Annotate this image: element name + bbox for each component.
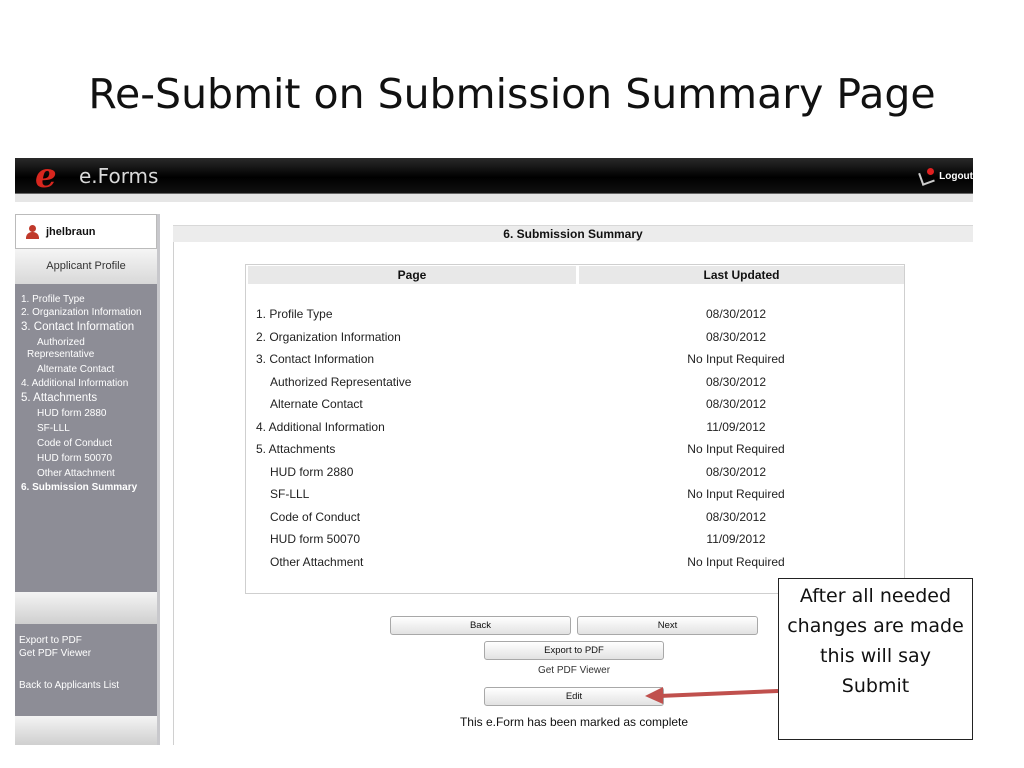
callout-arrow-icon — [645, 687, 779, 704]
sidebar-item-authorized-representative[interactable]: Authorized Representative — [27, 337, 153, 361]
table-row: Other Attachment No Input Required — [256, 551, 896, 574]
callout-line: this will say — [820, 645, 931, 667]
row-page: Authorized Representative — [270, 374, 412, 389]
annotation-callout: After all needed changes are made this w… — [778, 578, 973, 740]
sidebar-item-attachments[interactable]: 5. Attachments — [21, 391, 153, 405]
row-page: 4. Additional Information — [256, 419, 385, 434]
logout-icon — [918, 168, 935, 184]
row-page: HUD form 50070 — [270, 532, 361, 546]
sidebar-item-submission-summary[interactable]: 6. Submission Summary — [21, 482, 153, 494]
sidebar-item-contact-information[interactable]: 3. Contact Information — [21, 320, 153, 334]
back-to-applicants-list-link[interactable]: Back to Applicants List — [19, 679, 119, 692]
table-row: SF-LLL No Input Required — [256, 483, 896, 506]
row-updated: 08/30/2012 — [705, 464, 767, 479]
row-page: 2. Organization Information — [256, 329, 401, 344]
top-bar: e e.Forms Logout — [15, 156, 973, 196]
table-row: HUD form 50070 11/09/2012 — [256, 528, 896, 551]
row-page: SF-LLL — [270, 487, 310, 501]
sidebar-item-profile-type[interactable]: 1. Profile Type — [21, 294, 153, 306]
topbar-divider — [15, 194, 973, 202]
sidebar-item-hud-form-50070[interactable]: HUD form 50070 — [21, 453, 153, 465]
table-row: Authorized Representative 08/30/2012 — [256, 371, 896, 394]
submission-summary-table: Page Last Updated 1. Profile Type 08/30/2… — [245, 264, 905, 594]
sidebar-links: Export to PDF Get PDF Viewer Back to App… — [19, 634, 119, 692]
row-updated: 11/09/2012 — [706, 419, 766, 434]
status-message: This e.Form has been marked as complete — [459, 715, 689, 729]
sidebar-get-pdf-viewer-link[interactable]: Get PDF Viewer — [19, 647, 119, 660]
row-page: 1. Profile Type — [256, 307, 333, 321]
row-updated: 08/30/2012 — [705, 374, 767, 389]
export-pdf-button[interactable]: Export to PDF — [484, 641, 664, 660]
table-row: HUD form 2880 08/30/2012 — [256, 461, 896, 484]
sidebar-item-other-attachment[interactable]: Other Attachment — [21, 468, 153, 480]
sidebar-item-alternate-contact[interactable]: Alternate Contact — [21, 364, 153, 376]
user-box: jhelbraun — [15, 214, 157, 249]
table-row: 2. Organization Information 08/30/2012 — [256, 326, 896, 349]
row-page: 3. Contact Information — [256, 352, 375, 366]
sidebar-nav: 1. Profile Type 2. Organization Informat… — [21, 294, 153, 494]
row-updated: 08/30/2012 — [705, 509, 767, 524]
page-title: 6. Submission Summary — [173, 225, 973, 242]
applicant-profile-link[interactable]: Applicant Profile — [15, 249, 157, 284]
username: jhelbraun — [46, 225, 96, 238]
user-icon — [26, 224, 40, 239]
row-updated: No Input Required — [687, 442, 785, 456]
table-header: Page Last Updated — [248, 266, 904, 284]
main-divider — [173, 242, 174, 745]
row-page: HUD form 2880 — [270, 464, 354, 479]
column-header-page: Page — [248, 266, 576, 284]
row-page: Alternate Contact — [270, 397, 363, 411]
slide-title: Re-Submit on Submission Summary Page — [88, 70, 936, 118]
sidebar-export-pdf-link[interactable]: Export to PDF — [19, 634, 119, 647]
row-updated: 11/09/2012 — [706, 532, 766, 546]
row-updated: No Input Required — [687, 487, 785, 501]
callout-line: Submit — [841, 675, 910, 697]
row-updated: No Input Required — [687, 352, 785, 366]
table-row: 4. Additional Information 11/09/2012 — [256, 416, 896, 439]
eforms-logo-icon: e — [35, 156, 57, 196]
sidebar-divider — [15, 592, 157, 624]
get-pdf-viewer-link[interactable]: Get PDF Viewer — [484, 665, 664, 676]
callout-arrow-head — [645, 687, 663, 704]
sidebar-item-hud-form-2880[interactable]: HUD form 2880 — [21, 408, 153, 420]
back-button[interactable]: Back — [390, 616, 571, 635]
next-button[interactable]: Next — [577, 616, 758, 635]
table-row: 1. Profile Type 08/30/2012 — [256, 303, 896, 326]
callout-line: changes are made — [787, 615, 964, 637]
sidebar: jhelbraun Applicant Profile 1. Profile T… — [15, 214, 160, 745]
edit-button[interactable]: Edit — [484, 687, 664, 706]
sidebar-footer — [15, 716, 157, 745]
logout-button[interactable]: Logout — [918, 166, 973, 186]
row-updated: 08/30/2012 — [705, 397, 767, 411]
row-page: Code of Conduct — [270, 509, 361, 524]
table-body: 1. Profile Type 08/30/2012 2. Organizatio… — [256, 303, 896, 573]
row-page: 5. Attachments — [256, 442, 336, 456]
table-row: 3. Contact Information No Input Required — [256, 348, 896, 371]
callout-arrow-shaft — [658, 689, 779, 698]
callout-line: After all needed — [799, 585, 952, 607]
table-row: 5. Attachments No Input Required — [256, 438, 896, 461]
row-updated: No Input Required — [687, 554, 785, 569]
logout-label: Logout — [939, 170, 973, 182]
row-page: Other Attachment — [270, 554, 364, 569]
column-header-last-updated: Last Updated — [579, 266, 904, 284]
row-updated: 08/30/2012 — [705, 329, 767, 344]
sidebar-item-sf-lll[interactable]: SF-LLL — [21, 423, 153, 435]
table-row: Alternate Contact 08/30/2012 — [256, 393, 896, 416]
brand-name: e.Forms — [79, 164, 159, 188]
table-row: Code of Conduct 08/30/2012 — [256, 506, 896, 529]
sidebar-item-code-of-conduct[interactable]: Code of Conduct — [21, 438, 153, 450]
row-updated: 08/30/2012 — [705, 307, 767, 321]
sidebar-item-organization-information[interactable]: 2. Organization Information — [21, 307, 153, 319]
sidebar-item-additional-information[interactable]: 4. Additional Information — [21, 378, 153, 390]
